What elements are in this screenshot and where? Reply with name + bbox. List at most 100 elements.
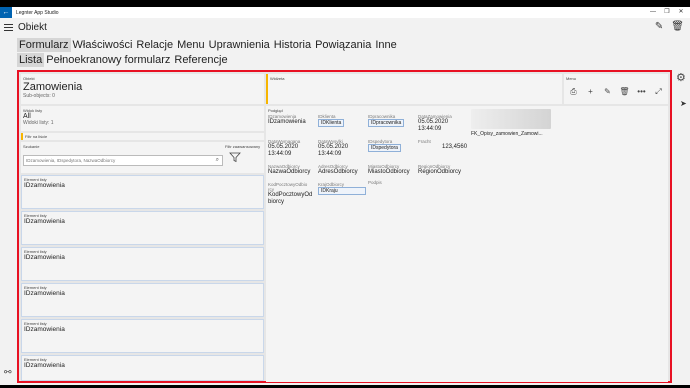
field-value: KodPocztowyOd <box>268 192 313 198</box>
list-item-value: IDzamowienia <box>24 290 65 297</box>
search-icon[interactable]: ⌕ <box>216 156 219 165</box>
mouse-cursor-icon: ➤ <box>680 99 687 108</box>
field-value-time: 13:44:09 <box>418 126 442 132</box>
field-idklienta: IDklienta IDKlienta <box>318 114 345 127</box>
maximize-button[interactable]: ❐ <box>660 7 674 18</box>
field-idpracownika: IDpracownika IDpracownika <box>368 114 405 127</box>
field-nazwaodbiorcy: NazwaOdbiorcy NazwaOdbiorcy <box>268 164 310 176</box>
field-kodpocztowy: KodPocztowyOdbio rcy KodPocztowyOd biorc… <box>268 182 312 206</box>
tab-referencje[interactable]: Referencje <box>172 53 229 67</box>
delete-icon[interactable]: 🗑 <box>671 21 684 32</box>
panel-label: Widżeta <box>270 76 285 81</box>
panel-widget[interactable]: Widżeta <box>266 74 562 104</box>
tabs-secondary: Lista Pełnoekranowy formularz Referencje <box>17 53 230 67</box>
designer-frame: Obiekt Zamowienia Sub-objects: 0 Widok l… <box>17 70 672 383</box>
list-item[interactable]: Element listy IDzamowienia <box>21 211 264 245</box>
window-controls: — ❐ ✕ <box>646 7 688 18</box>
field-value-cont: biorcy <box>268 199 285 205</box>
field-label: Podpis <box>368 180 382 185</box>
field-value-date: 05.05.2020 <box>268 144 299 150</box>
sub-objects-count: Sub-objects: 0 <box>23 93 55 99</box>
delete-icon[interactable]: 🗑 <box>619 87 630 97</box>
tab-menu[interactable]: Menu <box>175 38 207 52</box>
list-item[interactable]: Element listy IDzamowienia <box>21 175 264 209</box>
field-value: AdresOdbiorcy <box>318 169 358 175</box>
panel-menu: Menu ⎙ + ✎ 🗑 ••• ⤢ <box>564 74 668 104</box>
lookup-link[interactable]: IDpracownika <box>368 119 405 127</box>
lookup-link[interactable]: IDKlienta <box>318 119 345 127</box>
connection-icon[interactable]: ⚯ <box>4 367 12 378</box>
field-value-time: 13:44:09 <box>318 151 342 157</box>
settings-gear-icon[interactable]: ⚙ <box>676 71 686 84</box>
more-icon[interactable]: ••• <box>636 87 647 97</box>
field-podpis: Podpis <box>368 180 382 185</box>
attachment-caption[interactable]: FK_Opisy_zamowien_Zamowi... <box>471 131 543 137</box>
search-placeholder: IDzamowienia, IDspedytora, NazwaOdbiorcy <box>26 158 116 163</box>
tab-wlasciwosci[interactable]: Właściwości <box>71 38 135 52</box>
list-item[interactable]: Element listy IDzamowienia <box>21 319 264 353</box>
field-value-date: 05.05.2020 <box>418 119 449 125</box>
panel-szukanie: Szukanie IDzamowienia, IDspedytora, Nazw… <box>21 142 264 173</box>
field-idzamowienia: IDzamowienia IDzamowienia <box>268 114 306 126</box>
close-button[interactable]: ✕ <box>674 7 688 18</box>
field-value: MiastoOdbiorcy <box>368 169 410 175</box>
field-idspedytora: IDspedytora IDspedytora <box>368 139 401 152</box>
panel-objekt[interactable]: Obiekt Zamowienia Sub-objects: 0 <box>21 74 264 104</box>
list-item-value: IDzamowienia <box>24 218 65 225</box>
tab-powiazania[interactable]: Powiązania <box>313 38 373 52</box>
search-input[interactable]: IDzamowienia, IDspedytora, NazwaOdbiorcy… <box>23 155 223 166</box>
field-datawysylki: DataWysylki 05.05.2020 13:44:09 <box>318 139 348 158</box>
tab-historia[interactable]: Historia <box>272 38 313 52</box>
edit-icon[interactable]: ✎ <box>655 21 663 32</box>
app-bar: Obiekt ✎ 🗑 <box>0 18 690 36</box>
field-krajodbiorcy: KrajOdbiorcy IDKraju <box>318 182 366 195</box>
panel-label: Menu <box>566 76 577 81</box>
panel-filtr[interactable]: Filtr na liście <box>21 133 264 140</box>
object-name: Zamowienia <box>23 81 83 93</box>
lookup-link[interactable]: IDspedytora <box>368 144 401 152</box>
hamburger-menu-icon[interactable] <box>4 22 13 33</box>
list-item[interactable]: Element listy IDzamowienia <box>21 283 264 317</box>
list-item-value: IDzamowienia <box>24 362 65 369</box>
minimize-button[interactable]: — <box>646 7 660 18</box>
field-value-date: 05.05.2020 <box>318 144 349 150</box>
tab-relacje[interactable]: Relacje <box>134 38 175 52</box>
list-item[interactable]: Element listy IDzamowienia <box>21 355 264 381</box>
panel-widok-listy[interactable]: Widok listy All Widoki listy: 1 <box>21 106 264 131</box>
panel-label: Filtr na liście <box>25 134 48 139</box>
field-label: KodPocztowyOdbio <box>268 182 308 187</box>
print-icon[interactable]: ⎙ <box>568 87 579 97</box>
field-value: 123,4560 <box>442 144 468 150</box>
title-bar: ← Legnter App Studio — ❐ ✕ <box>0 7 690 18</box>
field-miastoodbiorcy: MiastoOdbiorcy MiastoOdbiorcy <box>368 164 410 176</box>
field-value-time: 13:44:09 <box>268 151 292 157</box>
field-value: RegionOdbiorcy <box>418 169 462 175</box>
edit-icon[interactable]: ✎ <box>602 87 613 97</box>
window-title: Legnter App Studio <box>16 9 59 16</box>
expand-icon[interactable]: ⤢ <box>653 87 664 97</box>
tab-pelnoekranowy-formularz[interactable]: Pełnoekranowy formularz <box>44 53 172 67</box>
list-item-value: IDzamowienia <box>24 326 65 333</box>
tab-uprawnienia[interactable]: Uprawnienia <box>207 38 272 52</box>
add-icon[interactable]: + <box>585 87 596 97</box>
tab-formularz[interactable]: Formularz <box>17 38 71 52</box>
panel-label: Podgląd <box>268 108 283 113</box>
tab-inne[interactable]: Inne <box>373 38 398 52</box>
field-value: IDzamowienia <box>268 119 306 125</box>
field-regionodbiorcy: RegionOdbiorcy RegionOdbiorcy <box>418 164 461 176</box>
field-fracht: Fracht 123,4560 <box>418 139 467 151</box>
views-count: Widoki listy: 1 <box>23 120 54 126</box>
panel-podglad: Podgląd IDzamowienia IDzamowienia IDklie… <box>266 106 668 382</box>
field-adresodbiorcy: AdresOdbiorcy AdresOdbiorcy <box>318 164 358 176</box>
lookup-link[interactable]: IDKraju <box>318 187 366 195</box>
tab-lista[interactable]: Lista <box>17 53 45 67</box>
field-value: NazwaOdbiorcy <box>268 169 311 175</box>
back-button[interactable]: ← <box>0 7 12 18</box>
list-item[interactable]: Element listy IDzamowienia <box>21 247 264 281</box>
view-value: All <box>23 113 31 120</box>
app-window: ← Legnter App Studio — ❐ ✕ Obiekt ✎ 🗑 Fo… <box>0 7 690 385</box>
attachment-thumbnail[interactable] <box>471 109 551 129</box>
filter-icon[interactable] <box>229 151 241 163</box>
advanced-filter-label: Filtr zaawansowany <box>225 144 261 149</box>
tabs-primary: Formularz Właściwości Relacje Menu Upraw… <box>17 38 399 52</box>
